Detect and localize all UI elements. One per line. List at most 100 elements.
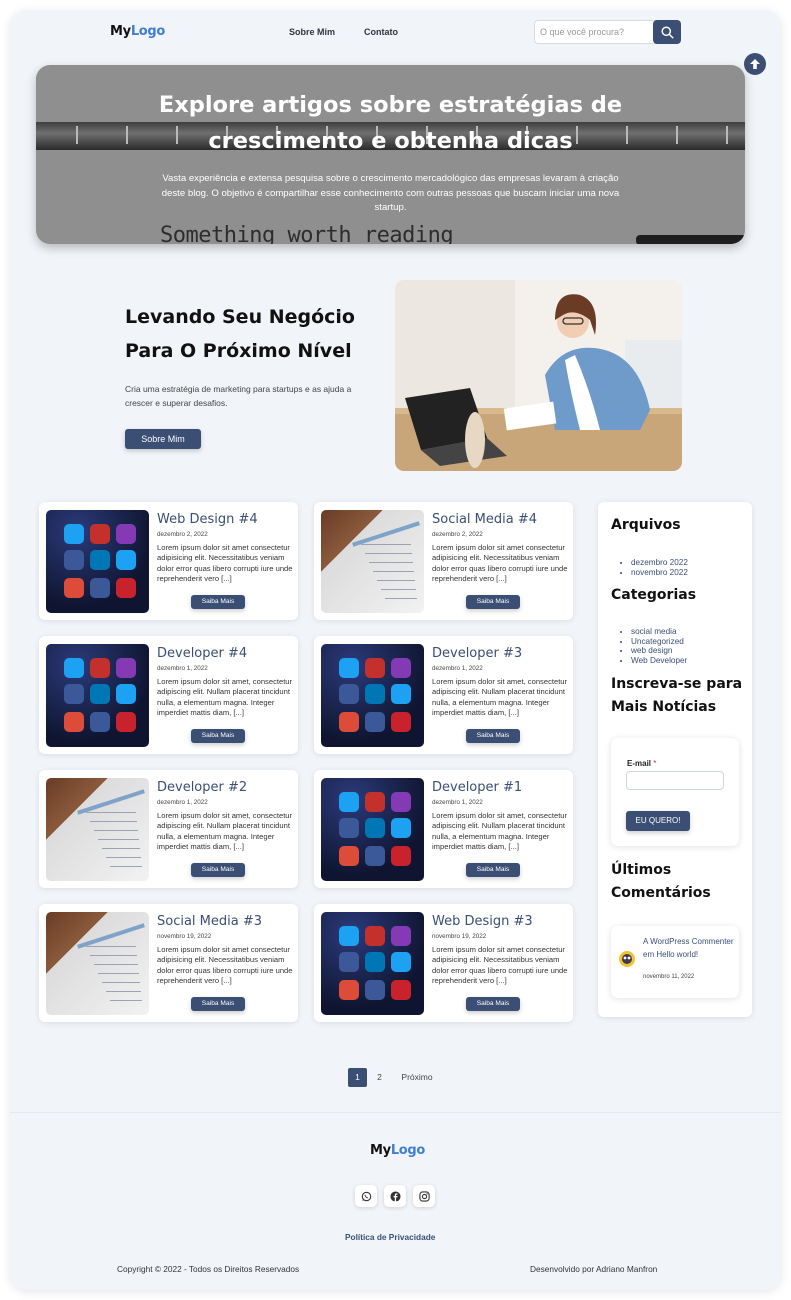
category-link[interactable]: social media — [631, 627, 687, 637]
post-excerpt: Lorem ipsum dolor sit amet, consectetur … — [157, 677, 293, 717]
post-thumbnail[interactable] — [46, 912, 149, 1015]
commenter-avatar — [619, 951, 635, 967]
developer-credit: Desenvolvido por Adriano Manfron — [530, 1264, 658, 1274]
post-excerpt: Lorem ipsum dolor sit amet consectetur a… — [432, 945, 568, 985]
required-mark: * — [653, 759, 657, 768]
whatsapp-icon — [361, 1191, 371, 1201]
feature-title: Levando Seu Negócio Para O Próximo Nível — [125, 300, 385, 368]
feature-title-line1: Levando Seu Negócio — [125, 306, 355, 328]
category-link[interactable]: Uncategorized — [631, 637, 687, 647]
post-title[interactable]: Developer #2 — [157, 780, 247, 795]
post-card: Developer #1 dezembro 1, 2022 Lorem ipsum … — [314, 770, 573, 888]
category-link[interactable]: Web Developer — [631, 656, 687, 666]
email-label-text: E-mail — [627, 759, 652, 768]
read-more-button[interactable]: Saiba Mais — [191, 863, 245, 877]
hero-banner: Something worth reading Explore artigos … — [36, 65, 745, 244]
post-date: novembro 19, 2022 — [157, 933, 212, 940]
read-more-button[interactable]: Saiba Mais — [466, 595, 520, 609]
post-thumbnail[interactable] — [321, 912, 424, 1015]
post-title[interactable]: Developer #4 — [157, 646, 247, 661]
email-field[interactable] — [626, 771, 724, 790]
read-more-button[interactable]: Saiba Mais — [191, 729, 245, 743]
newsletter-title-line2: Mais Notícias — [611, 699, 717, 715]
comments-title: Últimos Comentários — [611, 859, 711, 905]
archive-link[interactable]: novembro 2022 — [631, 568, 688, 578]
hero-description: Vasta experiência e extensa pesquisa sob… — [161, 173, 620, 213]
footer-logo[interactable]: MyLogo — [370, 1143, 425, 1158]
footer-logo-my: My — [370, 1143, 391, 1158]
comments-title-line2: Comentários — [611, 885, 711, 901]
page-2-link[interactable]: 2 — [372, 1068, 387, 1087]
post-thumbnail[interactable] — [321, 778, 424, 881]
subscribe-button[interactable]: EU QUERO! — [626, 811, 690, 831]
hero-title-line1: Explore artigos sobre estratégias de — [158, 92, 623, 118]
scroll-top-button[interactable] — [744, 53, 766, 75]
post-title[interactable]: Developer #1 — [432, 780, 522, 795]
categories-title: Categorias — [611, 587, 697, 603]
comments-title-line1: Últimos — [611, 862, 672, 878]
next-page-link[interactable]: Próximo — [397, 1068, 437, 1087]
page-1-current[interactable]: 1 — [348, 1068, 367, 1087]
search-button[interactable] — [653, 20, 681, 44]
post-date: dezembro 1, 2022 — [432, 799, 483, 806]
hero-title: Explore artigos sobre estratégias de cre… — [36, 87, 745, 159]
read-more-button[interactable]: Saiba Mais — [466, 729, 520, 743]
categories-list: social media Uncategorized web design We… — [631, 627, 687, 665]
about-me-button[interactable]: Sobre Mim — [125, 429, 201, 449]
newsletter-form: E-mail * EU QUERO! — [611, 738, 739, 846]
read-more-button[interactable]: Saiba Mais — [191, 595, 245, 609]
hero-title-line2: crescimento e obtenha dicas — [208, 128, 573, 154]
post-excerpt: Lorem ipsum dolor sit amet, consectetur … — [432, 811, 568, 851]
feature-image — [395, 280, 682, 471]
post-thumbnail[interactable] — [46, 510, 149, 613]
post-title[interactable]: Social Media #4 — [432, 512, 537, 527]
post-title[interactable]: Web Design #3 — [432, 914, 533, 929]
post-card: Developer #4 dezembro 1, 2022 Lorem ipsum … — [39, 636, 298, 754]
post-thumbnail[interactable] — [321, 510, 424, 613]
instagram-icon — [418, 1190, 430, 1202]
post-excerpt: Lorem ipsum dolor sit amet, consectetur … — [157, 811, 293, 851]
site-header: MyLogo Sobre Mim Contato O que você proc… — [10, 10, 781, 55]
logo-text-my: My — [110, 24, 131, 39]
facebook-link[interactable] — [384, 1185, 406, 1207]
read-more-button[interactable]: Saiba Mais — [466, 997, 520, 1011]
post-title[interactable]: Web Design #4 — [157, 512, 258, 527]
post-title[interactable]: Social Media #3 — [157, 914, 262, 929]
read-more-button[interactable]: Saiba Mais — [466, 863, 520, 877]
post-card: Social Media #3 novembro 19, 2022 Lorem ip… — [39, 904, 298, 1022]
post-excerpt: Lorem ipsum dolor sit amet, consectetur … — [432, 677, 568, 717]
post-excerpt: Lorem ipsum dolor sit amet consectetur a… — [157, 543, 293, 583]
logo-text-logo: Logo — [130, 24, 166, 39]
post-card: Developer #3 dezembro 1, 2022 Lorem ipsum … — [314, 636, 573, 754]
instagram-link[interactable] — [413, 1185, 435, 1207]
arrow-up-icon — [750, 59, 760, 69]
archives-list: dezembro 2022 novembro 2022 — [631, 558, 688, 577]
post-thumbnail[interactable] — [321, 644, 424, 747]
search-placeholder: O que você procura? — [540, 27, 625, 37]
read-more-button[interactable]: Saiba Mais — [191, 997, 245, 1011]
post-title[interactable]: Developer #3 — [432, 646, 522, 661]
newsletter-title: Inscreva-se para Mais Notícias — [611, 673, 742, 719]
facebook-icon — [389, 1190, 401, 1202]
post-thumbnail[interactable] — [46, 644, 149, 747]
post-date: dezembro 1, 2022 — [157, 799, 208, 806]
archive-link[interactable]: dezembro 2022 — [631, 558, 688, 568]
comment-date: novembro 11, 2022 — [643, 974, 695, 980]
comment-link[interactable]: A WordPress Commenter em Hello world! — [643, 936, 737, 961]
logo[interactable]: MyLogo — [110, 24, 165, 39]
sidebar: Arquivos dezembro 2022 novembro 2022 Cat… — [598, 502, 752, 1017]
post-thumbnail[interactable] — [46, 778, 149, 881]
archives-title: Arquivos — [611, 517, 681, 533]
whatsapp-link[interactable] — [355, 1185, 377, 1207]
nav-sobre-mim[interactable]: Sobre Mim — [289, 27, 335, 37]
feature-title-line2: Para O Próximo Nível — [125, 340, 352, 362]
feature-text: Cria uma estratégia de marketing para st… — [125, 384, 352, 408]
nav-contato[interactable]: Contato — [364, 27, 398, 37]
privacy-policy-link[interactable]: Política de Privacidade — [345, 1232, 435, 1242]
post-date: dezembro 1, 2022 — [432, 665, 483, 672]
search-icon — [660, 25, 674, 39]
post-date: dezembro 2, 2022 — [157, 531, 208, 538]
category-link[interactable]: web design — [631, 646, 687, 656]
post-date: dezembro 1, 2022 — [157, 665, 208, 672]
post-card: Developer #2 dezembro 1, 2022 Lorem ipsum … — [39, 770, 298, 888]
